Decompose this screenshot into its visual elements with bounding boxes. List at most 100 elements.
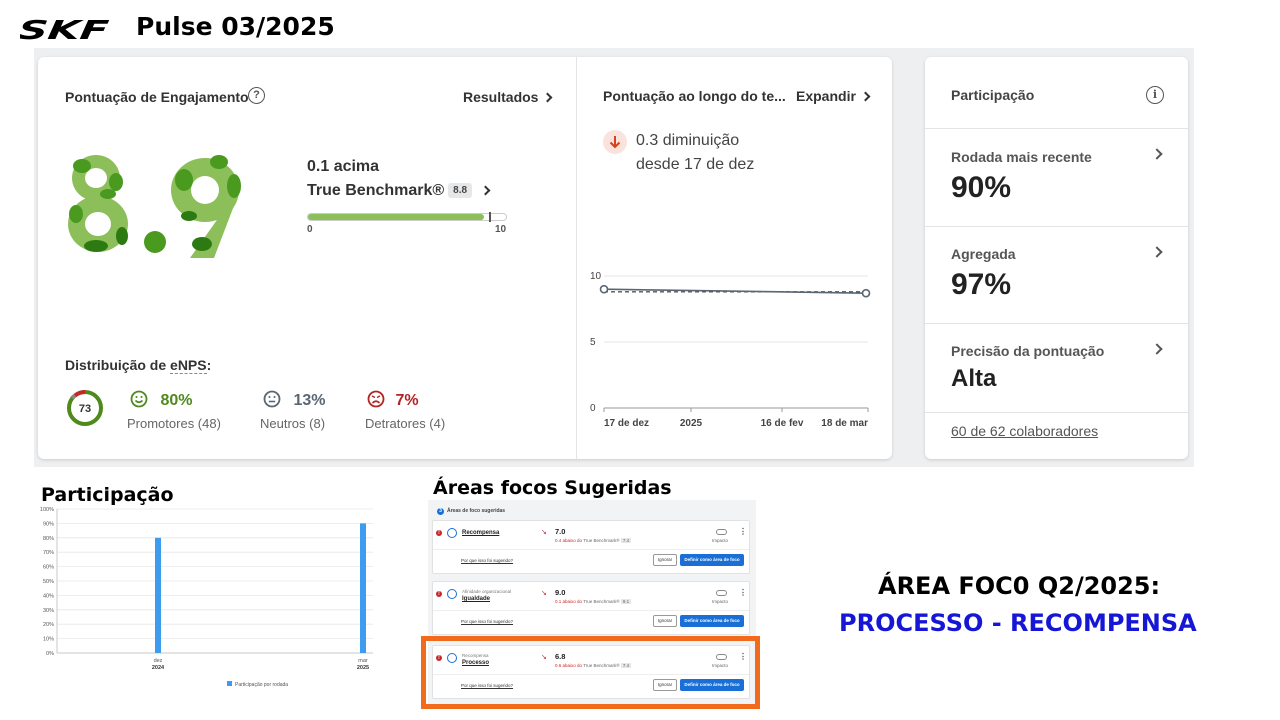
focus-benchmark: 0.4 abaixo do True Benchmark® 7.4 [555,538,632,543]
participation-section-title: Participação [41,484,174,506]
enps-score-ring[interactable]: 73 [66,389,104,427]
enps-promoters: 80% [130,390,192,410]
x-tick-label: mar [358,658,368,664]
bar-max-label: 10 [495,224,507,235]
focus-card[interactable]: ! Afinidade organizacional Igualdade ↘ 9.0 0.… [432,581,750,635]
precision-value: Alta [951,365,997,392]
score-point [861,288,871,298]
aggregate-label[interactable]: Agregada [951,246,1016,262]
x-tick-label: 17 de dez [604,418,649,429]
focus-area-label: ÁREA FOC0 Q2/2025: [878,572,1161,600]
ignore-button[interactable]: Ignorar [653,554,677,566]
divider [925,226,1188,227]
y-tick-label: 80% [43,536,54,542]
score-bar-fill [308,214,485,220]
impact-icon [716,529,727,535]
recent-label[interactable]: Rodada mais recente [951,149,1092,165]
y-tick-label: 5 [590,337,596,348]
y-tick-label: 0% [46,651,54,657]
neutrals-pct: 13% [293,392,326,409]
kebab-menu-icon[interactable]: ⋮ [739,527,747,536]
y-tick-label: 70% [43,550,54,556]
expand-link[interactable]: Expandir [796,88,871,104]
kebab-menu-icon[interactable]: ⋮ [739,588,747,597]
precision-label[interactable]: Precisão da pontuação [951,343,1104,359]
results-link[interactable]: Resultados [463,89,553,105]
y-tick-label: 0 [590,403,596,414]
smile-face-icon [130,390,148,408]
score-over-time-chart: 0 5 10 17 de dez 2025 16 de fev 18 de mar [590,271,871,429]
y-tick-label: 50% [43,579,54,585]
score-point [599,284,609,294]
focus-score: 7.0 [555,527,566,536]
score-bar [307,212,507,222]
x-tick-label: 18 de mar [821,418,868,429]
svg-text:SKF: SKF [20,18,111,42]
focus-benchmark: 0.1 abaixo do True Benchmark® 9.1 [555,599,632,604]
focus-area-value: PROCESSO - RECOMPENSA [839,609,1197,637]
x-tick-label: 2025 [357,665,369,671]
slide-title: Pulse 03/2025 [136,12,335,41]
focus-name[interactable]: Igualdade [462,596,490,602]
why-suggested-link[interactable]: Por que isso foi sugerido? [461,619,513,624]
enps-detractors: 7% [367,390,419,410]
divider [433,610,749,611]
why-suggested-link[interactable]: Por que isso foi sugerido? [461,558,513,563]
detractors-pct: 7% [395,392,419,409]
promoters-pct: 80% [160,392,193,409]
recent-value: 90% [951,171,1012,204]
focus-card[interactable]: ! Recompensa ↘ 7.0 0.4 abaixo do True Benchm… [432,520,750,574]
change-since: desde 17 de dez [636,156,755,173]
alert-icon: ! [436,530,442,536]
x-tick-label: 16 de fev [761,418,804,429]
benchmark-link[interactable]: True Benchmark® 8.8 [307,182,491,200]
benchmark-badge: 8.8 [448,183,473,198]
x-tick-label: 2024 [152,665,165,671]
legend-swatch [227,681,232,686]
y-tick-label: 20% [43,622,54,628]
engagement-title: Pontuação de Engajamento [65,89,249,105]
focus-area-icon [447,528,457,538]
sad-face-icon [367,390,385,408]
impact-label: Impacto [712,538,729,543]
change-text: 0.3 diminuição [636,132,740,149]
chevron-right-icon [543,92,553,103]
set-focus-button[interactable]: Definir como área de foco [680,554,744,566]
collaborators-link[interactable]: 60 de 62 colaboradores [951,423,1098,439]
neutral-face-icon [263,390,281,408]
skf-logo: SKF [20,18,111,42]
y-tick-label: 30% [43,608,54,614]
aggregate-value: 97% [951,268,1012,301]
enps-score: 73 [79,403,91,415]
set-focus-button[interactable]: Definir como área de foco [680,615,744,627]
participation-title: Participação [951,87,1035,103]
trend-down-icon: ↘ [541,590,547,597]
info-icon[interactable]: i [1146,86,1164,104]
question-circle-icon[interactable]: ? [248,87,265,104]
divider [925,128,1188,129]
detractors-label: Detratores (4) [365,416,446,431]
focus-area-icon [447,589,457,599]
ignore-button[interactable]: Ignorar [653,615,677,627]
y-tick-label: 10 [590,271,602,282]
impact-icon [716,590,727,596]
over-time-title: Pontuação ao longo do te... [603,88,786,104]
divider [433,549,749,550]
promoters-label: Promotores (48) [127,416,221,431]
engagement-score [68,155,241,258]
x-tick-label: dez [154,658,163,664]
enps-neutrals: 13% [263,390,325,410]
y-tick-label: 40% [43,593,54,599]
chevron-right-icon [860,91,871,102]
impact-label: Impacto [712,599,729,604]
focus-score: 9.0 [555,588,566,597]
divider [925,412,1188,413]
focus-category: Afinidade organizacional [462,589,512,594]
highlight-box [421,636,760,709]
focus-name[interactable]: Recompensa [462,530,499,536]
score-line [603,288,867,294]
chevron-right-icon [480,185,491,196]
focus-section-title: Áreas focos Sugeridas [433,477,672,499]
y-tick-label: 100% [40,507,54,513]
arrow-down-icon [603,130,627,154]
